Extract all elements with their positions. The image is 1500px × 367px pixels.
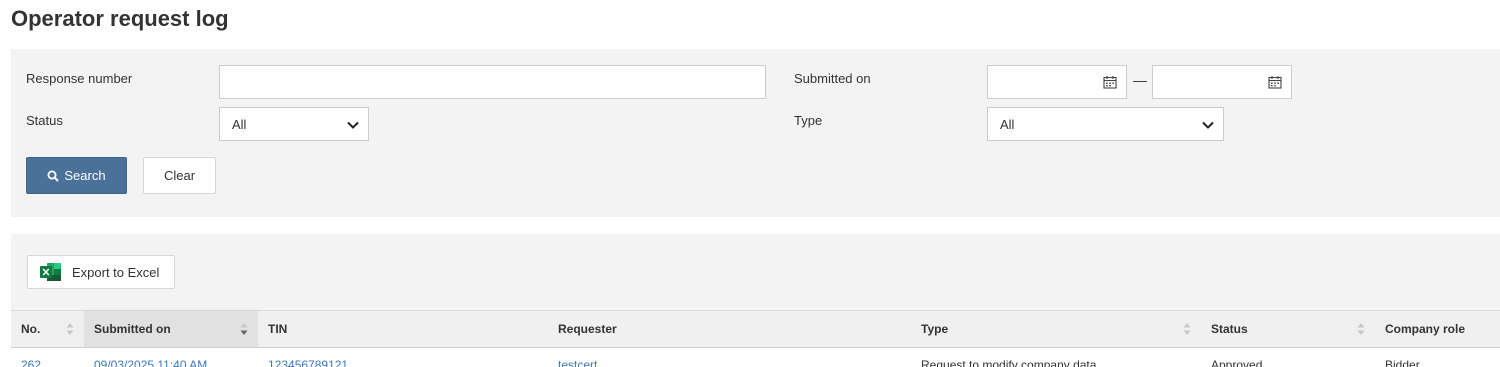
clear-button[interactable]: Clear bbox=[143, 157, 216, 194]
submitted-to-date-input[interactable] bbox=[1152, 65, 1292, 99]
submitted-from-date-input[interactable] bbox=[987, 65, 1127, 99]
submitted-on-label: Submitted on bbox=[794, 71, 871, 86]
date-range-separator: — bbox=[1133, 72, 1147, 88]
column-header-type[interactable]: Type bbox=[911, 311, 1201, 347]
response-number-label: Response number bbox=[26, 71, 133, 86]
column-header-company-role: Company role bbox=[1385, 322, 1466, 336]
sort-arrows-icon bbox=[1357, 323, 1365, 335]
status-label: Status bbox=[26, 113, 63, 128]
chevron-down-icon bbox=[1202, 121, 1214, 129]
status-select[interactable]: All bbox=[219, 107, 369, 141]
excel-icon bbox=[40, 263, 61, 281]
page-title: Operator request log bbox=[11, 6, 229, 31]
column-header-status[interactable]: Status bbox=[1201, 311, 1375, 347]
column-header-submitted-on[interactable]: Submitted on bbox=[84, 311, 258, 347]
type-select-value: All bbox=[1000, 117, 1015, 132]
row-requester-link[interactable]: testcert bbox=[558, 358, 597, 367]
results-panel: Export to Excel No. Submitted on TIN Req… bbox=[11, 234, 1500, 367]
row-company-role: Bidder bbox=[1385, 358, 1420, 367]
row-submitted-on-link[interactable]: 09/03/2025 11:40 AM bbox=[94, 358, 207, 367]
search-button[interactable]: Search bbox=[26, 157, 127, 194]
export-button-label: Export to Excel bbox=[72, 264, 160, 280]
calendar-icon[interactable] bbox=[1103, 75, 1117, 89]
column-header-requester: Requester bbox=[558, 322, 617, 336]
row-tin-link[interactable]: 123456789121 bbox=[268, 358, 348, 367]
sort-desc-icon bbox=[240, 323, 248, 335]
chevron-down-icon bbox=[347, 121, 359, 129]
sort-arrows-icon bbox=[1183, 323, 1191, 335]
status-select-value: All bbox=[232, 117, 247, 132]
row-status: Approved bbox=[1211, 358, 1263, 367]
column-header-no[interactable]: No. bbox=[11, 311, 84, 347]
search-icon bbox=[47, 170, 60, 182]
sort-arrows-icon bbox=[66, 323, 74, 335]
export-to-excel-button[interactable]: Export to Excel bbox=[27, 255, 175, 289]
filter-panel: Response number Submitted on — Status Al… bbox=[11, 49, 1500, 217]
table-body: 262 09/03/2025 11:40 AM 123456789121 tes… bbox=[11, 348, 1500, 367]
search-button-label: Search bbox=[64, 168, 106, 183]
type-label: Type bbox=[794, 113, 823, 128]
row-number-link[interactable]: 262 bbox=[21, 358, 41, 367]
type-select[interactable]: All bbox=[987, 107, 1224, 141]
calendar-icon[interactable] bbox=[1268, 75, 1282, 89]
row-type: Request to modify company data bbox=[921, 358, 1097, 367]
response-number-input[interactable] bbox=[219, 65, 766, 99]
clear-button-label: Clear bbox=[163, 168, 196, 183]
column-header-tin: TIN bbox=[268, 322, 288, 336]
table-header: No. Submitted on TIN Requester Type Stat… bbox=[11, 310, 1500, 348]
